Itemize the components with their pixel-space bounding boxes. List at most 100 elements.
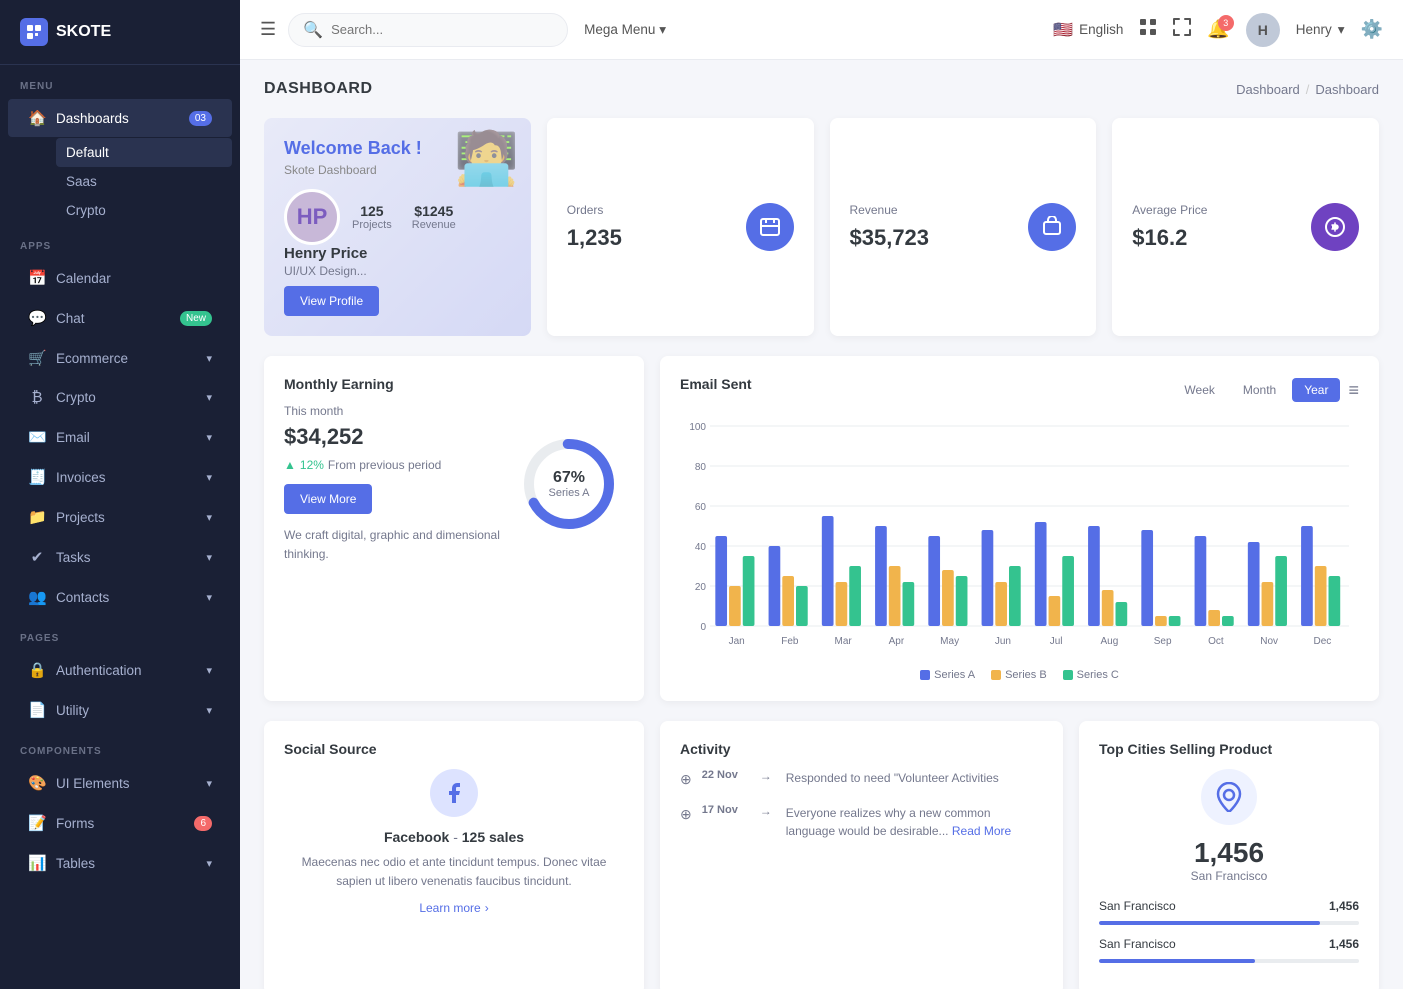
top-cities-card: Top Cities Selling Product 1,456 San Fra… <box>1079 721 1379 989</box>
profile-row: HP 125 Projects $1245 Revenue <box>284 189 511 245</box>
chart-menu-icon[interactable]: ≡ <box>1348 380 1359 401</box>
language-selector[interactable]: 🇺🇸 English <box>1053 20 1123 40</box>
crypto-chevron: ▾ <box>206 391 212 404</box>
tab-week[interactable]: Week <box>1172 378 1226 402</box>
sidebar-item-tables[interactable]: 📊 Tables ▾ <box>8 844 232 882</box>
page-header: DASHBOARD Dashboard / Dashboard <box>264 80 1379 98</box>
arrow-right-icon: › <box>485 901 489 915</box>
mega-menu-btn[interactable]: Mega Menu ▾ <box>584 22 666 38</box>
learn-more-link[interactable]: Learn more › <box>284 901 624 915</box>
sidebar-item-contacts[interactable]: 👥 Contacts ▾ <box>8 578 232 616</box>
city-val-2: 1,456 <box>1329 937 1359 951</box>
sidebar-item-tasks[interactable]: ✔ Tasks ▾ <box>8 538 232 576</box>
activity-item-2: ⊕ 17 Nov → Everyone realizes why a new c… <box>680 804 1043 840</box>
flag-icon: 🇺🇸 <box>1053 20 1073 40</box>
settings-icon[interactable]: ⚙️ <box>1361 19 1383 40</box>
donut-series: Series A <box>549 487 590 499</box>
city-progress-2 <box>1099 959 1359 963</box>
revenue-info: Revenue $35,723 <box>850 203 930 251</box>
components-section-label: COMPONENTS <box>0 730 240 763</box>
svg-text:Mar: Mar <box>835 636 853 647</box>
sidebar-item-forms[interactable]: 📝 Forms 6 <box>8 804 232 842</box>
svg-text:Aug: Aug <box>1100 636 1118 647</box>
utility-chevron: ▾ <box>206 704 212 717</box>
profile-name: Henry Price <box>284 245 511 262</box>
sidebar-item-chat[interactable]: 💬 Chat New <box>8 299 232 337</box>
up-arrow-icon: ▲ <box>284 458 296 472</box>
profile-role: UI/UX Design... <box>284 264 511 278</box>
search-box[interactable]: 🔍 <box>288 13 568 47</box>
sidebar-item-calendar[interactable]: 📅 Calendar <box>8 259 232 297</box>
svg-text:40: 40 <box>695 542 707 553</box>
monthly-title: Monthly Earning <box>284 376 624 392</box>
legend-dot-c <box>1063 670 1073 680</box>
orders-icon <box>746 203 794 251</box>
sidebar-item-crypto[interactable]: ₿ Crypto ▾ <box>8 379 232 416</box>
legend-series-b: Series B <box>991 669 1047 681</box>
avg-price-info: Average Price $16.2 <box>1132 203 1207 251</box>
logo-icon <box>20 18 48 46</box>
revenue-stat-card: Revenue $35,723 <box>830 118 1097 336</box>
monthly-earning-card: Monthly Earning This month $34,252 ▲ 12%… <box>264 356 644 701</box>
sidebar-item-dashboards[interactable]: 🏠 Dashboards 03 <box>8 99 232 137</box>
sidebar-item-email[interactable]: ✉️ Email ▾ <box>8 418 232 456</box>
ecommerce-icon: 🛒 <box>28 349 46 367</box>
monthly-subtitle: This month <box>284 404 514 418</box>
fullscreen-btn[interactable] <box>1173 18 1191 41</box>
invoices-chevron: ▾ <box>206 471 212 484</box>
avg-price-label: Average Price <box>1132 203 1207 217</box>
read-more-link[interactable]: Read More <box>952 824 1011 838</box>
main-content: DASHBOARD Dashboard / Dashboard Welcome … <box>240 60 1403 989</box>
crypto-icon: ₿ <box>28 389 46 406</box>
welcome-card: Welcome Back ! Skote Dashboard 🧑‍💻 HP 12… <box>264 118 531 336</box>
tab-month[interactable]: Month <box>1231 378 1288 402</box>
sidebar-item-ui-elements[interactable]: 🎨 UI Elements ▾ <box>8 764 232 802</box>
top-city-name: San Francisco <box>1099 869 1359 883</box>
mega-menu-chevron: ▾ <box>659 22 666 37</box>
menu-section-label: MENU <box>0 65 240 98</box>
welcome-illustration: 🧑‍💻 <box>454 128 519 189</box>
projects-stat: 125 Projects <box>352 203 392 231</box>
notifications-btn[interactable]: 🔔 3 <box>1207 19 1229 40</box>
dashboards-submenu: Default Saas Crypto <box>0 138 240 225</box>
donut-label: 67% Series A <box>549 469 590 499</box>
email-icon: ✉️ <box>28 428 46 446</box>
sidebar-item-invoices[interactable]: 🧾 Invoices ▾ <box>8 458 232 496</box>
user-menu[interactable]: Henry ▾ <box>1296 22 1345 38</box>
legend-dot-a <box>920 670 930 680</box>
sidebar-item-ecommerce[interactable]: 🛒 Ecommerce ▾ <box>8 339 232 377</box>
sidebar-item-authentication[interactable]: 🔒 Authentication ▾ <box>8 651 232 689</box>
page-title: DASHBOARD <box>264 80 373 98</box>
tab-year[interactable]: Year <box>1292 378 1340 402</box>
breadcrumb: Dashboard / Dashboard <box>1236 82 1379 97</box>
avg-price-stat-card: Average Price $16.2 <box>1112 118 1379 336</box>
cards-row: Welcome Back ! Skote Dashboard 🧑‍💻 HP 12… <box>264 118 1379 336</box>
view-profile-button[interactable]: View Profile <box>284 286 379 316</box>
ui-elements-icon: 🎨 <box>28 774 46 792</box>
sidebar-item-saas[interactable]: Saas <box>56 167 232 196</box>
activity-date-2: 17 Nov <box>702 804 746 816</box>
sidebar-item-default[interactable]: Default <box>56 138 232 167</box>
monthly-left: This month $34,252 ▲ 12% From previous p… <box>284 404 514 564</box>
sidebar-item-crypto-sub[interactable]: Crypto <box>56 196 232 225</box>
svg-text:Jan: Jan <box>729 636 745 647</box>
user-chevron: ▾ <box>1338 22 1345 38</box>
ui-chevron: ▾ <box>206 777 212 790</box>
email-tabs: Week Month Year <box>1172 378 1340 402</box>
sidebar-item-projects[interactable]: 📁 Projects ▾ <box>8 498 232 536</box>
menu-toggle-icon[interactable]: ☰ <box>260 19 276 40</box>
grid-view-btn[interactable] <box>1139 18 1157 41</box>
city-name-2: San Francisco <box>1099 937 1176 951</box>
main: ☰ 🔍 Mega Menu ▾ 🇺🇸 English <box>240 0 1403 989</box>
svg-text:Jun: Jun <box>995 636 1011 647</box>
activity-text-2: Everyone realizes why a new common langu… <box>786 804 1043 840</box>
profile-avatar: HP <box>284 189 340 245</box>
user-avatar: H <box>1246 13 1280 47</box>
search-input[interactable] <box>331 22 553 37</box>
legend-dot-b <box>991 670 1001 680</box>
pages-section-label: PAGES <box>0 617 240 650</box>
calendar-icon: 📅 <box>28 269 46 287</box>
social-source-card: Social Source Facebook - 125 sales Maece… <box>264 721 644 989</box>
view-more-button[interactable]: View More <box>284 484 372 514</box>
sidebar-item-utility[interactable]: 📄 Utility ▾ <box>8 691 232 729</box>
